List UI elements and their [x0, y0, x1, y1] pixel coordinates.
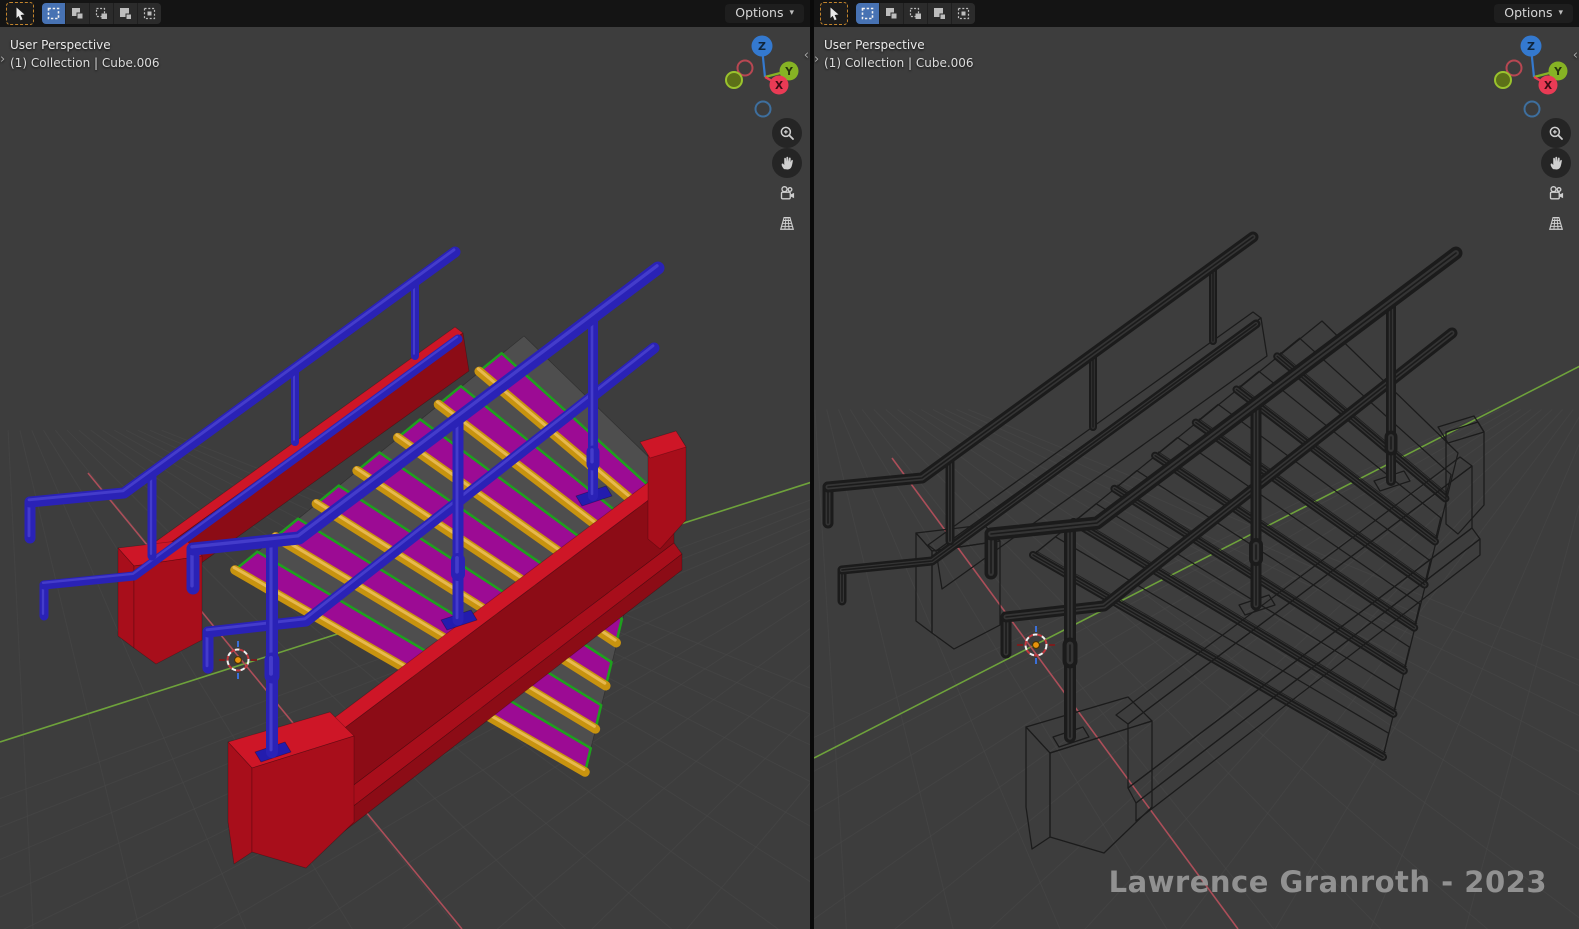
- svg-text:Z: Z: [758, 40, 766, 53]
- select-mode-intersect-button[interactable]: [952, 3, 975, 24]
- projection-toggle-button[interactable]: [1541, 208, 1571, 238]
- viewport-left-header: Options ▾: [0, 0, 810, 27]
- tweak-cursor-icon: [14, 7, 27, 21]
- toolbar-expand-chevron[interactable]: ›: [814, 52, 819, 67]
- gizmo-axis-x[interactable]: X: [770, 76, 789, 95]
- svg-text:Y: Y: [1553, 66, 1562, 78]
- viewport-right-header: Options ▾: [814, 0, 1579, 27]
- tweak-tool-button[interactable]: [6, 2, 34, 25]
- gizmo-axis-neg-z[interactable]: [756, 102, 771, 117]
- box-select-extend-icon: [71, 7, 84, 20]
- gizmo-axis-x[interactable]: X: [1539, 76, 1558, 95]
- chevron-down-icon: ▾: [1558, 9, 1563, 18]
- svg-text:X: X: [1544, 80, 1552, 92]
- viewport-nav-buttons: [772, 118, 802, 238]
- select-mode-extend-button[interactable]: [66, 3, 89, 24]
- box-select-invert-icon: [119, 7, 132, 20]
- zoom-button[interactable]: [772, 118, 802, 148]
- chevron-down-icon: ▾: [789, 9, 794, 18]
- camera-view-button[interactable]: [1541, 178, 1571, 208]
- box-select-set-icon: [861, 7, 874, 20]
- gizmo-axis-neg-y[interactable]: [1495, 72, 1511, 88]
- box-select-intersect-icon: [957, 7, 970, 20]
- svg-text:Y: Y: [784, 66, 793, 78]
- pan-hand-icon: [1547, 154, 1565, 172]
- camera-view-button[interactable]: [772, 178, 802, 208]
- box-select-subtract-icon: [909, 7, 922, 20]
- select-mode-invert-button[interactable]: [928, 3, 951, 24]
- options-label: Options: [735, 7, 783, 20]
- camera-view-icon: [777, 183, 797, 203]
- select-mode-group: [856, 3, 975, 24]
- blender-split-view: Options ▾ User Perspective (1) Collectio…: [0, 0, 1579, 929]
- zoom-button[interactable]: [1541, 118, 1571, 148]
- gizmo-axis-z[interactable]: Z: [752, 36, 773, 57]
- gizmo-axis-z[interactable]: Z: [1521, 36, 1542, 57]
- options-button[interactable]: Options ▾: [1494, 4, 1573, 23]
- select-mode-extend-button[interactable]: [880, 3, 903, 24]
- box-select-invert-icon: [933, 7, 946, 20]
- tweak-cursor-icon: [828, 7, 841, 21]
- pan-hand-icon: [778, 154, 796, 172]
- scene-canvas-left[interactable]: [0, 0, 810, 929]
- select-mode-subtract-button[interactable]: [904, 3, 927, 24]
- gizmo-axis-neg-y[interactable]: [726, 72, 742, 88]
- box-select-set-icon: [47, 7, 60, 20]
- viewport-right-pane: Options ▾ User Perspective (1) Collectio…: [814, 0, 1579, 929]
- projection-toggle-button[interactable]: [772, 208, 802, 238]
- box-select-extend-icon: [885, 7, 898, 20]
- pan-view-button[interactable]: [1541, 148, 1571, 178]
- projection-grid-icon: [1546, 213, 1566, 233]
- camera-view-icon: [1546, 183, 1566, 203]
- zoom-in-magnifier-icon: [778, 124, 796, 142]
- zoom-in-magnifier-icon: [1547, 124, 1565, 142]
- navigation-gizmo[interactable]: Z Y X: [722, 34, 808, 126]
- select-mode-group: [42, 3, 161, 24]
- box-select-subtract-icon: [95, 7, 108, 20]
- projection-grid-icon: [777, 213, 797, 233]
- options-label: Options: [1504, 7, 1552, 20]
- gizmo-axis-neg-z[interactable]: [1525, 102, 1540, 117]
- tweak-tool-button[interactable]: [820, 2, 848, 25]
- select-mode-intersect-button[interactable]: [138, 3, 161, 24]
- toolbar-expand-chevron[interactable]: ›: [0, 52, 5, 67]
- svg-text:Z: Z: [1527, 40, 1535, 53]
- viewport-nav-buttons: [1541, 118, 1571, 238]
- navigation-gizmo[interactable]: Z Y X: [1491, 34, 1577, 126]
- viewport-left-pane: Options ▾ User Perspective (1) Collectio…: [0, 0, 810, 929]
- svg-text:X: X: [775, 80, 783, 92]
- select-mode-subtract-button[interactable]: [90, 3, 113, 24]
- select-mode-set-button[interactable]: [856, 3, 879, 24]
- options-button[interactable]: Options ▾: [725, 4, 804, 23]
- select-mode-invert-button[interactable]: [114, 3, 137, 24]
- select-mode-set-button[interactable]: [42, 3, 65, 24]
- scene-canvas-right[interactable]: [814, 0, 1579, 929]
- box-select-intersect-icon: [143, 7, 156, 20]
- pan-view-button[interactable]: [772, 148, 802, 178]
